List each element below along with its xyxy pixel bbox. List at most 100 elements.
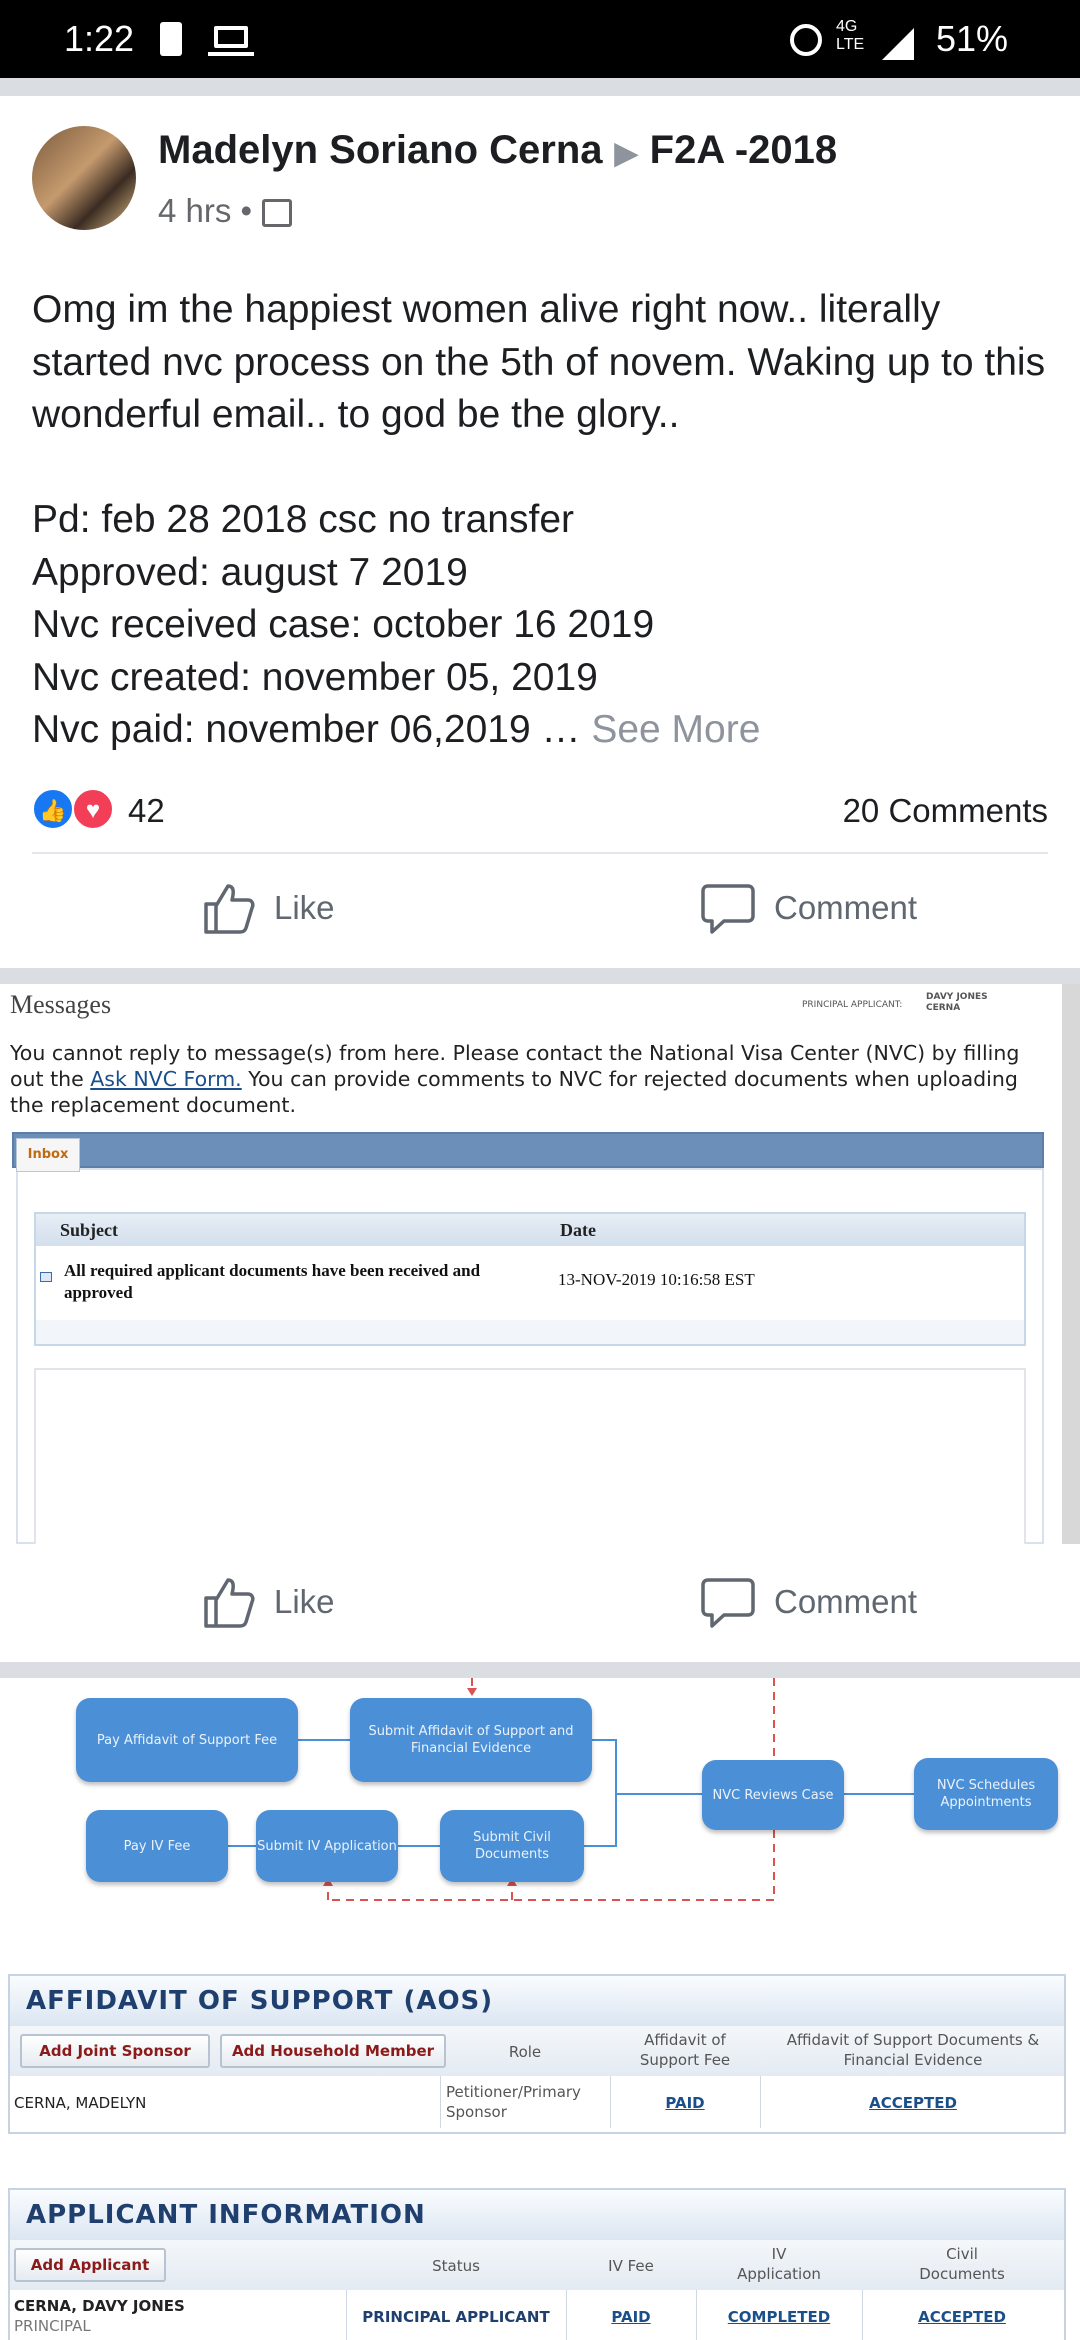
tab-bar — [12, 1132, 1044, 1168]
comment-button[interactable]: Comment — [700, 880, 917, 936]
triangle-right-icon: ▶ — [614, 137, 638, 170]
principal-applicant-name: DAVY JONES CERNA — [926, 992, 988, 1014]
like-label: Like — [274, 1583, 335, 1620]
col-aos-fee-line1: Affidavit of — [644, 2031, 726, 2049]
col-iv-fee: IV Fee — [608, 2257, 654, 2275]
image-separator — [0, 968, 1080, 984]
see-more-link[interactable]: See More — [591, 708, 760, 751]
image-separator-2 — [0, 1662, 1080, 1678]
col-iv-app-line2: Application — [737, 2265, 821, 2283]
applicant-section: APPLICANT INFORMATION Add Applicant Stat… — [8, 2188, 1066, 2340]
comment-label: Comment — [774, 889, 918, 926]
post-meta: 4 hrs • — [158, 192, 293, 230]
table-row: CERNA, MADELYN Petitioner/Primary Sponsor… — [10, 2076, 1064, 2128]
aos-table-header: Add Joint Sponsor Add Household Member R… — [10, 2026, 1064, 2076]
aos-fee-status[interactable]: PAID — [610, 2094, 760, 2112]
applicant-name: CERNA, DAVY JONES PRINCIPAL — [14, 2296, 185, 2336]
divider — [440, 2076, 441, 2128]
divider — [32, 852, 1048, 854]
group-name[interactable]: F2A -2018 — [650, 128, 838, 172]
battery-percent: 51% — [936, 18, 1009, 59]
table-row: CERNA, DAVY JONES PRINCIPAL PRINCIPAL APP… — [10, 2290, 1064, 2340]
battery-saver-icon — [160, 22, 182, 56]
flow-submit-civil: Submit Civil Documents — [440, 1810, 584, 1882]
sponsor-role: Petitioner/Primary Sponsor — [446, 2082, 581, 2122]
applicant-name-text: CERNA, DAVY JONES — [14, 2297, 185, 2315]
post-text: Omg im the happiest women alive right no… — [32, 284, 1052, 757]
thumbs-up-icon — [204, 1578, 255, 1628]
envelope-icon — [40, 1272, 52, 1282]
aos-section: AFFIDAVIT OF SUPPORT (AOS) Add Joint Spo… — [8, 1974, 1066, 2134]
col-aos-docs-line1: Affidavit of Support Documents & — [786, 2031, 1040, 2049]
applicant-table-header: Add Applicant Status IV Fee IV Applicatio… — [10, 2240, 1064, 2290]
add-applicant-button[interactable]: Add Applicant — [14, 2248, 166, 2282]
comment-bubble-icon — [701, 1578, 755, 1628]
author-name[interactable]: Madelyn Soriano Cerna — [158, 128, 603, 172]
messages-title: Messages — [10, 990, 112, 1019]
iv-fee-status[interactable]: PAID — [566, 2308, 696, 2326]
add-joint-sponsor-button[interactable]: Add Joint Sponsor — [20, 2034, 210, 2068]
iv-application-status[interactable]: COMPLETED — [696, 2308, 862, 2326]
like-button-2[interactable]: Like — [200, 1574, 335, 1630]
screen: 1:22 4G LTE 51% Madelyn Soriano Cerna ▶ F2A… — [0, 0, 1080, 2340]
ask-nvc-link[interactable]: Ask NVC Form. — [90, 1067, 241, 1091]
flow-nvc-reviews: NVC Reviews Case — [702, 1760, 844, 1830]
principal-name-line2: CERNA — [926, 1003, 961, 1013]
aos-docs-status[interactable]: ACCEPTED — [760, 2094, 1066, 2112]
sponsor-name: CERNA, MADELYN — [14, 2094, 147, 2112]
post-body: Omg im the happiest women alive right no… — [32, 288, 1046, 751]
col-role: Role — [508, 2043, 542, 2061]
avatar[interactable] — [32, 126, 136, 230]
status-bar: 1:22 4G LTE 51% — [0, 0, 1080, 78]
reaction-count: 42 — [128, 792, 165, 829]
attached-image-process[interactable]: Pay Affidavit of Support Fee Submit Affi… — [0, 1678, 1080, 2340]
feed-separator — [0, 78, 1080, 96]
flow-nvc-schedules: NVC Schedules Appointments — [914, 1758, 1058, 1830]
flow-submit-iv: Submit IV Application — [256, 1810, 398, 1882]
col-civil-line1: Civil — [946, 2245, 978, 2263]
messages-table-header: Subject Date — [36, 1214, 1024, 1246]
col-status: Status — [432, 2257, 480, 2275]
col-civil-line2: Documents — [919, 2265, 1005, 2283]
comment-button-2[interactable]: Comment — [700, 1574, 917, 1630]
col-civil-documents: Civil Documents — [862, 2244, 1062, 2284]
image-edge — [1062, 984, 1080, 1544]
tab-inbox[interactable]: Inbox — [16, 1138, 80, 1172]
like-button[interactable]: Like — [200, 880, 335, 936]
col-date: Date — [560, 1220, 596, 1240]
principal-applicant-label: PRINCIPAL APPLICANT: — [802, 1000, 903, 1010]
col-subject: Subject — [60, 1220, 118, 1240]
alarm-icon — [790, 24, 822, 56]
col-aos-fee: Affidavit of Support Fee — [610, 2030, 760, 2070]
applicant-status: PRINCIPAL APPLICANT — [362, 2308, 550, 2326]
network-type: 4G LTE — [836, 18, 876, 54]
civil-documents-status[interactable]: ACCEPTED — [862, 2308, 1062, 2326]
status-time: 1:22 — [64, 18, 135, 59]
comment-bubble-icon — [701, 884, 755, 934]
flow-submit-aos: Submit Affidavit of Support and Financia… — [350, 1698, 592, 1782]
message-detail-box — [34, 1368, 1026, 1544]
table-footer — [36, 1320, 1024, 1344]
signal-icon — [882, 28, 914, 60]
laptop-icon — [208, 26, 254, 56]
table-row[interactable]: All required applicant documents have be… — [36, 1246, 1024, 1320]
flow-pay-iv-fee: Pay IV Fee — [86, 1810, 228, 1882]
role-line1: Petitioner/Primary — [446, 2083, 581, 2101]
comments-count[interactable]: 20 Comments — [843, 792, 1048, 830]
message-subject: All required applicant documents have be… — [64, 1261, 481, 1302]
like-reaction-icon: 👍 — [32, 788, 74, 830]
message-date: 13-NOV-2019 10:16:58 EST — [558, 1270, 755, 1289]
add-household-member-button[interactable]: Add Household Member — [220, 2034, 446, 2068]
post-time[interactable]: 4 hrs — [158, 192, 231, 229]
comment-label: Comment — [774, 1583, 918, 1620]
attached-image-messages[interactable]: Messages PRINCIPAL APPLICANT: DAVY JONES… — [0, 984, 1062, 1544]
thumbs-up-icon — [204, 884, 255, 934]
network-4g: 4G — [836, 18, 858, 35]
flow-pay-aos-fee: Pay Affidavit of Support Fee — [76, 1698, 298, 1782]
like-label: Like — [274, 889, 335, 926]
heart-reaction-icon: ♥ — [72, 788, 114, 830]
col-iv-app-line1: IV — [771, 2245, 787, 2263]
network-lte: LTE — [836, 36, 865, 53]
col-aos-docs-line2: Financial Evidence — [843, 2051, 983, 2069]
audience-icon — [262, 199, 293, 228]
